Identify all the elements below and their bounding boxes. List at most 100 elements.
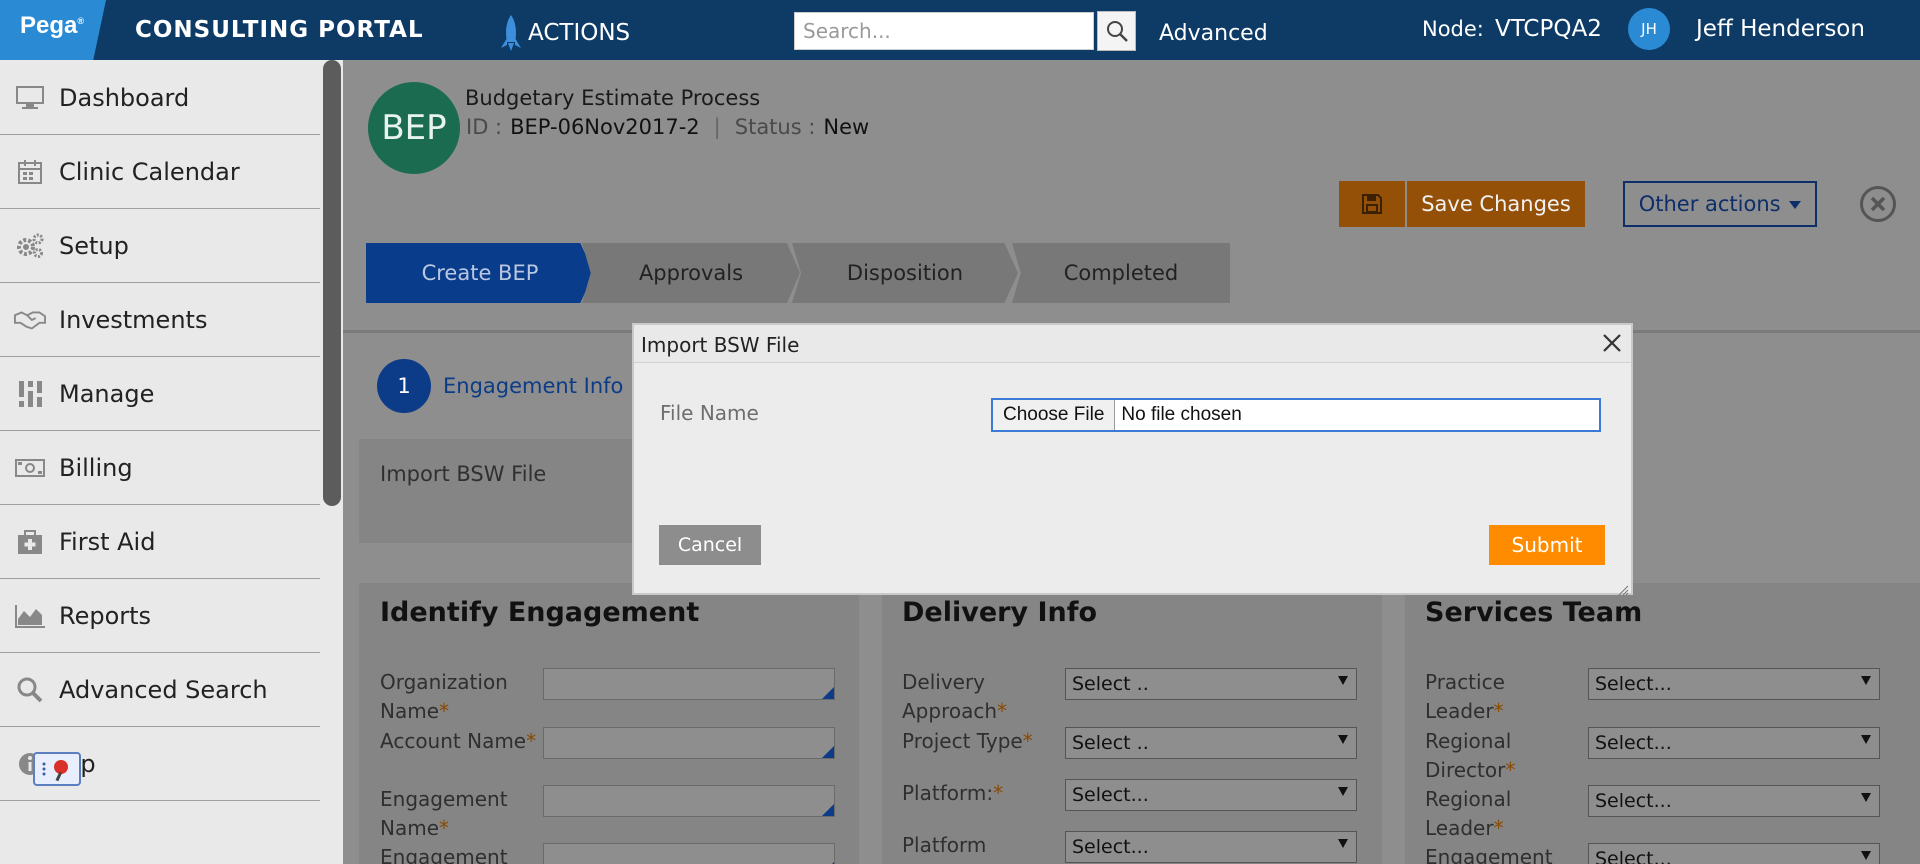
close-icon — [1603, 334, 1621, 352]
rocket-icon — [501, 15, 521, 51]
regional-leader-select[interactable]: Select... — [1588, 785, 1880, 817]
search-input[interactable] — [794, 12, 1094, 50]
platform-label: Platform:* — [902, 779, 1003, 808]
cancel-button[interactable]: Cancel — [659, 525, 761, 565]
select-value: Select... — [1072, 836, 1149, 858]
sidebar-item-first-aid[interactable]: First Aid — [0, 505, 320, 579]
import-bsw-modal: Import BSW File File Name Choose File No… — [632, 323, 1633, 596]
required-mark: * — [1493, 816, 1504, 840]
section-title: Delivery Info — [902, 597, 1098, 628]
platform-select[interactable]: Select... — [1065, 779, 1357, 811]
required-mark: * — [1505, 758, 1516, 782]
other-actions-button[interactable]: Other actions — [1623, 181, 1817, 227]
node-label: Node: — [1422, 17, 1484, 41]
sidebar-item-setup[interactable]: Setup — [0, 209, 320, 283]
pin-tool-button[interactable] — [33, 752, 81, 786]
required-mark: * — [997, 699, 1008, 723]
sidebar-item-label: Reports — [59, 601, 152, 630]
advanced-search-link[interactable]: Advanced — [1159, 21, 1268, 46]
sidebar-item-label: Billing — [59, 453, 133, 482]
case-avatar: BEP — [368, 82, 460, 174]
sidebar-item-reports[interactable]: Reports — [0, 579, 320, 653]
section-title: Identify Engagement — [380, 597, 700, 628]
sidebar-item-clinic-calendar[interactable]: Clinic Calendar — [0, 135, 320, 209]
engagement-field[interactable] — [543, 843, 835, 864]
required-mark: * — [1493, 699, 1504, 723]
money-icon — [14, 454, 46, 482]
dropdown-arrow-icon — [1338, 787, 1348, 796]
modal-close-button[interactable] — [1599, 330, 1625, 356]
dropdown-arrow-icon — [1861, 851, 1871, 860]
resize-grip-icon — [1618, 585, 1629, 596]
resize-handle[interactable] — [1617, 581, 1629, 596]
delivery-approach-label: Delivery Approach* — [902, 668, 1007, 726]
regional-director-select[interactable]: Select... — [1588, 727, 1880, 759]
sidebar-item-label: First Aid — [59, 527, 156, 556]
project-type-select[interactable]: Select .. — [1065, 727, 1357, 759]
case-meta: ID : BEP-06Nov2017-2 | Status : New — [466, 115, 869, 139]
sidebar-item-manage[interactable]: Manage — [0, 357, 320, 431]
account-name-label: Account Name* — [380, 727, 536, 756]
select-value: Select... — [1595, 732, 1672, 754]
calendar-icon — [14, 158, 46, 186]
account-name-field[interactable] — [543, 727, 835, 759]
engagement-team-label: Engagement — [1425, 845, 1553, 864]
search-icon — [1106, 21, 1128, 42]
top-bar: Pega® CONSULTING PORTAL ACTIONS Advanced… — [0, 0, 1920, 60]
floppy-disk-icon — [1362, 194, 1382, 214]
search-button[interactable] — [1097, 11, 1136, 51]
organization-name-label: Organization Name* — [380, 668, 508, 726]
meta-divider: | — [713, 115, 721, 139]
submit-button[interactable]: Submit — [1489, 525, 1605, 565]
pushpin-icon — [42, 760, 68, 782]
sidebar-item-advanced-search[interactable]: Advanced Search — [0, 653, 320, 727]
stage-disposition[interactable]: Disposition — [792, 243, 1018, 303]
monitor-icon — [14, 84, 46, 112]
save-icon-button[interactable] — [1339, 181, 1405, 227]
sidebar-scrollbar[interactable] — [323, 60, 341, 506]
practice-leader-select[interactable]: Select... — [1588, 668, 1880, 700]
logo-text: Pega — [20, 12, 78, 39]
engagement-name-field[interactable] — [543, 785, 835, 817]
dropdown-arrow-icon — [1338, 839, 1348, 848]
regional-leader-label: Regional Leader* — [1425, 785, 1511, 843]
import-panel-label: Import BSW File — [380, 462, 547, 486]
registered-mark: ® — [77, 16, 85, 26]
select-value: Select .. — [1072, 673, 1149, 695]
stage-create-bep[interactable]: Create BEP — [366, 243, 594, 303]
case-id-label: ID : — [466, 115, 503, 139]
field-label-text: Delivery Approach — [902, 670, 998, 723]
save-changes-button[interactable]: Save Changes — [1407, 181, 1585, 227]
stage-label: Completed — [1063, 261, 1179, 285]
close-icon — [1870, 196, 1886, 212]
sidebar-item-label: Dashboard — [59, 83, 190, 112]
required-mark: * — [439, 699, 450, 723]
user-avatar[interactable]: JH — [1628, 8, 1670, 50]
section-title: Services Team — [1425, 597, 1643, 628]
field-label-text: Account Name — [380, 729, 527, 753]
file-upload-input[interactable]: Choose File No file chosen — [991, 398, 1601, 432]
pega-logo[interactable]: Pega® — [0, 0, 106, 60]
modal-title: Import BSW File — [641, 333, 800, 357]
platform-secondary-select[interactable]: Select... — [1065, 831, 1357, 863]
sidebar-item-label: Clinic Calendar — [59, 157, 240, 186]
organization-name-field[interactable] — [543, 668, 835, 700]
stage-approvals[interactable]: Approvals — [582, 243, 800, 303]
choose-file-button[interactable]: Choose File — [993, 400, 1116, 430]
step-label[interactable]: Engagement Info — [443, 374, 623, 398]
close-case-button[interactable] — [1860, 186, 1896, 222]
user-name[interactable]: Jeff Henderson — [1696, 16, 1865, 42]
stage-completed[interactable]: Completed — [1012, 243, 1230, 303]
sidebar-item-dashboard[interactable]: Dashboard — [0, 61, 320, 135]
actions-menu[interactable]: ACTIONS — [500, 14, 630, 52]
other-actions-label: Other actions — [1638, 192, 1781, 216]
node-value: VTCPQA2 — [1495, 16, 1602, 42]
sidebar-item-billing[interactable]: Billing — [0, 431, 320, 505]
select-value: Select... — [1595, 790, 1672, 812]
select-value: Select... — [1595, 848, 1672, 864]
project-type-label: Project Type* — [902, 727, 1033, 756]
delivery-approach-select[interactable]: Select .. — [1065, 668, 1357, 700]
dropdown-arrow-icon — [1861, 676, 1871, 685]
sidebar-item-investments[interactable]: Investments — [0, 283, 320, 357]
engagement-team-select[interactable]: Select... — [1588, 843, 1880, 864]
